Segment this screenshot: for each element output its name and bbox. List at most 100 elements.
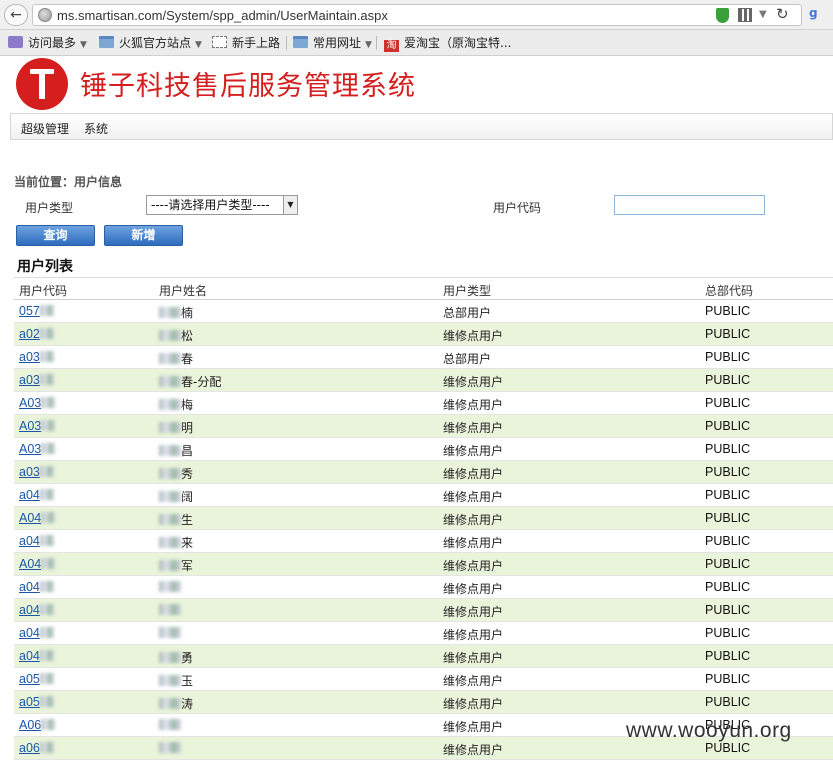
redacted-mark [159,330,181,341]
user-code-link[interactable]: a02 [19,327,40,341]
user-code-cell[interactable]: a02 [19,327,54,341]
user-name-cell [159,741,181,755]
user-code-link[interactable]: a04 [19,603,40,617]
query-button[interactable]: 查询 [16,225,95,246]
user-name-cell: 涛 [159,695,193,712]
redacted-mark [159,675,181,686]
column-header-hq[interactable]: 总部代码 [705,282,753,299]
user-type-cell: 维修点用户 [443,513,504,527]
address-bar[interactable]: ms.smartisan.com/System/spp_admin/UserMa… [32,4,802,26]
redacted-mark [39,742,54,753]
column-header-code[interactable]: 用户代码 [19,282,67,299]
user-code-link[interactable]: a04 [19,580,40,594]
user-code-cell[interactable]: A03 [19,419,56,433]
user-code-cell[interactable]: A03 [19,442,56,456]
user-code-link[interactable]: A06 [19,718,41,732]
watermark: www.wooyun.org [626,719,792,742]
hq-code-cell: PUBLIC [705,304,751,318]
bookmark-common-sites[interactable]: 常用网址 ▼ [293,34,372,52]
shield-icon[interactable] [716,8,729,23]
user-code-cell[interactable]: A04 [19,557,56,571]
user-name-text: 军 [181,559,194,573]
user-code-link[interactable]: 057 [19,304,40,318]
user-code-link[interactable]: a03 [19,465,40,479]
user-code-link[interactable]: a05 [19,695,40,709]
user-code-link[interactable]: A03 [19,396,41,410]
user-code-link[interactable]: a04 [19,488,40,502]
user-code-cell[interactable]: a03 [19,465,54,479]
bookmark-getting-started[interactable]: 新手上路 [212,34,280,52]
user-code-cell[interactable]: a04 [19,626,54,640]
chevron-down-icon: ▼ [80,40,87,50]
user-code-link[interactable]: a04 [19,534,40,548]
hq-code-cell: PUBLIC [705,419,751,433]
user-name-cell: 玉 [159,672,193,689]
user-code-link[interactable]: A04 [19,511,41,525]
user-code-link[interactable]: a06 [19,741,40,755]
user-code-cell[interactable]: a04 [19,580,54,594]
user-code-cell[interactable]: a04 [19,488,54,502]
user-name-cell: 勇 [159,649,193,666]
user-code-link[interactable]: A03 [19,442,41,456]
chevron-down-icon[interactable]: ▼ [283,196,297,214]
column-header-type[interactable]: 用户类型 [443,282,491,299]
redacted-mark [159,537,181,548]
user-code-cell[interactable]: a03 [19,350,54,364]
column-header-name[interactable]: 用户姓名 [159,282,207,299]
user-code-link[interactable]: a04 [19,626,40,640]
menu-system[interactable]: 系统 [84,120,108,137]
reload-icon[interactable]: ↻ [776,5,789,23]
table-body: 057 楠总部用户 PUBLIC a02 松维修点用户 PUBLIC a03 春总部用户 PUB… [14,300,833,760]
user-code-cell[interactable]: a04 [19,649,54,663]
redacted-mark [39,535,54,546]
user-code-cell[interactable]: A06 [19,718,56,732]
redacted-mark [159,698,181,709]
redacted-mark [41,512,56,523]
table-row: a04 维修点用户 PUBLIC [14,576,833,599]
table-row: a04 维修点用户 PUBLIC [14,599,833,622]
back-arrow-icon[interactable]: ← [4,4,28,26]
redacted-mark [41,397,56,408]
user-name-cell: 军 [159,557,193,574]
user-name-text: 楠 [181,306,194,320]
redacted-mark [159,307,181,318]
user-code-cell[interactable]: A03 [19,396,56,410]
user-type-cell: 维修点用户 [443,329,504,343]
user-code-link[interactable]: A04 [19,557,41,571]
user-name-cell: 生 [159,511,193,528]
user-code-cell[interactable]: a04 [19,534,54,548]
user-code-link[interactable]: a04 [19,649,40,663]
user-code-cell[interactable]: a04 [19,603,54,617]
user-code-cell[interactable]: A04 [19,511,56,525]
chevron-down-icon[interactable]: ▼ [759,9,767,20]
bookmark-taobao[interactable]: 淘爱淘宝（原淘宝特... [384,34,511,52]
user-code-link[interactable]: A03 [19,419,41,433]
qr-code-icon[interactable] [738,8,752,22]
user-code-link[interactable]: a03 [19,373,40,387]
menu-super-admin[interactable]: 超级管理 [21,120,69,137]
user-type-cell: 维修点用户 [443,375,504,389]
user-code-cell[interactable]: a05 [19,695,54,709]
user-code-cell[interactable]: a05 [19,672,54,686]
user-type-cell: 维修点用户 [443,398,504,412]
user-type-cell: 维修点用户 [443,628,504,642]
hq-code-cell: PUBLIC [705,626,751,640]
user-code-link[interactable]: a03 [19,350,40,364]
add-button[interactable]: 新增 [104,225,183,246]
redacted-mark [39,627,54,638]
user-code-cell[interactable]: a03 [19,373,54,387]
bookmark-most-visited[interactable]: 访问最多 ▼ [8,34,87,52]
user-name-text: 涛 [181,697,194,711]
gear-icon [8,36,23,48]
redacted-mark [159,376,181,387]
user-type-cell: 维修点用户 [443,467,504,481]
search-engine-icon[interactable]: g [807,6,829,24]
user-type-cell: 维修点用户 [443,605,504,619]
user-name-text: 勇 [181,651,194,665]
user-code-cell[interactable]: a06 [19,741,54,755]
bookmark-firefox-site[interactable]: 火狐官方站点 ▼ [99,34,202,52]
user-code-link[interactable]: a05 [19,672,40,686]
user-type-select[interactable]: ----请选择用户类型---- ▼ [146,195,298,215]
user-code-cell[interactable]: 057 [19,304,54,318]
user-code-input[interactable] [614,195,765,215]
